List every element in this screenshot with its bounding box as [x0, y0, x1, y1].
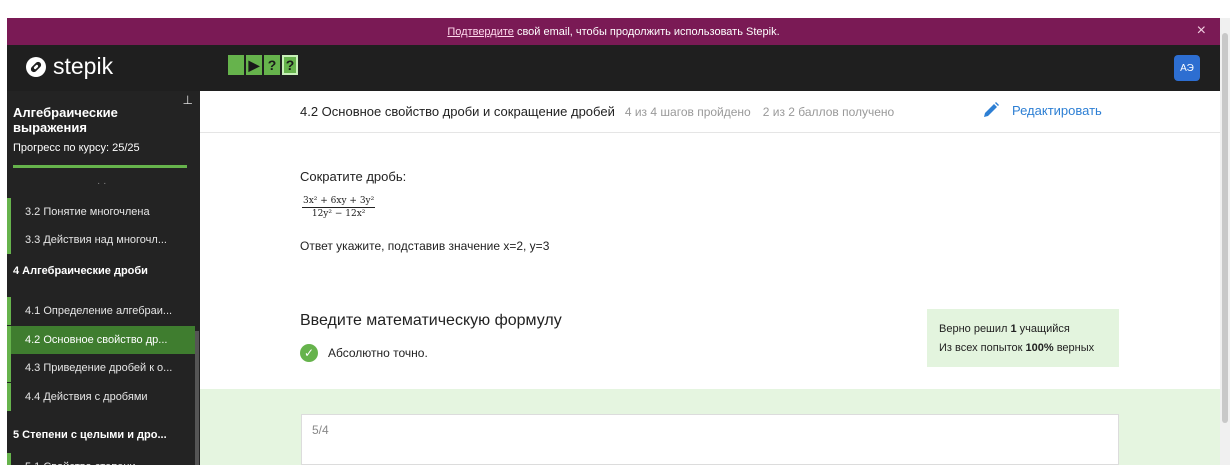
course-title[interactable]: Алгебраические выражения	[13, 105, 163, 135]
banner-text: свой email, чтобы продолжить использоват…	[513, 25, 780, 38]
solve-stats-box: Верно решил 1 учащийся Из всех попыток 1…	[927, 309, 1119, 367]
sidebar-section-4[interactable]: 4 Алгебраические дроби	[7, 257, 195, 285]
stepik-logo[interactable]: stepik	[25, 53, 113, 80]
quiz-title: Введите математическую формулу	[300, 312, 562, 329]
step-button-quiz-1[interactable]: ?	[264, 55, 280, 75]
page-scrollbar-thumb[interactable]	[1222, 33, 1228, 423]
formula-denominator: 12y² − 12x²	[311, 209, 366, 219]
sidebar-item-4-1[interactable]: 4.1 Определение алгебраи...	[7, 297, 195, 325]
sidebar-item-5-1[interactable]: 5.1 Свойства степени...	[7, 453, 195, 465]
sidebar-item-4-3[interactable]: 4.3 Приведение дробей к о...	[7, 354, 195, 382]
stepik-logo-icon	[26, 56, 46, 77]
course-progress-bar	[13, 165, 187, 168]
confirm-email-link[interactable]: Подтвердите	[447, 26, 514, 38]
task-hint: Ответ укажите, подставив значение x=2, y…	[300, 239, 550, 253]
stats-attempts: Из всех попыток 100% верных	[939, 342, 1095, 354]
course-progress-text: Прогресс по курсу: 25/25	[13, 142, 140, 154]
page-scrollbar[interactable]	[1220, 18, 1230, 465]
step-button-1[interactable]	[228, 55, 244, 75]
formula-answer-input[interactable]: 5/4	[301, 414, 1119, 465]
stats-solvers: Верно решил 1 учащийся	[939, 323, 1070, 335]
email-confirm-banner: Подтвердите свой email, чтобы продолжить…	[7, 18, 1220, 45]
logo-text: stepik	[53, 53, 114, 79]
step-button-quiz-2[interactable]: ?	[282, 55, 298, 75]
sidebar-item-3-3[interactable]: 3.3 Действия над многочл...	[7, 226, 195, 254]
sidebar-item-4-4[interactable]: 4.4 Действия с дробями	[7, 383, 195, 411]
step-header: 4.2 Основное свойство дроби и сокращение…	[200, 91, 1220, 133]
steps-done: 4 из 4 шагов пройдено	[624, 104, 751, 119]
fraction-formula: 3x² + 6xy + 3y² 12y² − 12x²	[302, 196, 376, 219]
task-content: Сократите дробь: 3x² + 6xy + 3y² 12y² − …	[300, 169, 549, 253]
pin-icon[interactable]: ⊥	[183, 93, 193, 107]
sidebar-scrollbar[interactable]	[195, 331, 199, 465]
quiz-result: ✓ Абсолютно точно.	[300, 344, 428, 362]
progress-fill	[13, 165, 187, 168]
collapsed-items-indicator: · ·	[97, 178, 107, 189]
points-earned: 2 из 2 баллов получено	[762, 104, 895, 119]
task-prompt: Сократите дробь:	[300, 169, 407, 184]
check-circle-icon: ✓	[300, 344, 318, 362]
step-navigation: ▶ ? ?	[228, 55, 298, 75]
step-button-video[interactable]: ▶	[246, 55, 262, 75]
course-sidebar: Алгебраические выражения ⊥ Прогресс по к…	[7, 91, 200, 465]
sidebar-item-3-2[interactable]: 3.2 Понятие многочлена	[7, 198, 195, 226]
step-title: 4.2 Основное свойство дроби и сокращение…	[300, 104, 615, 119]
user-avatar[interactable]: АЭ	[1174, 55, 1200, 81]
top-header: stepik ▶ ? ? АЭ	[7, 45, 1220, 91]
formula-numerator: 3x² + 6xy + 3y²	[302, 196, 376, 208]
edit-button[interactable]: Редактировать	[982, 101, 1102, 119]
sidebar-item-4-2[interactable]: 4.2 Основное свойство др...	[7, 326, 195, 354]
result-text: Абсолютно точно.	[328, 346, 428, 360]
edit-label: Редактировать	[1012, 102, 1102, 118]
pencil-icon	[984, 102, 999, 117]
close-icon[interactable]: ×	[1197, 22, 1206, 40]
sidebar-section-5[interactable]: 5 Степени с целыми и дро...	[7, 421, 195, 449]
top-strip	[0, 0, 1230, 18]
